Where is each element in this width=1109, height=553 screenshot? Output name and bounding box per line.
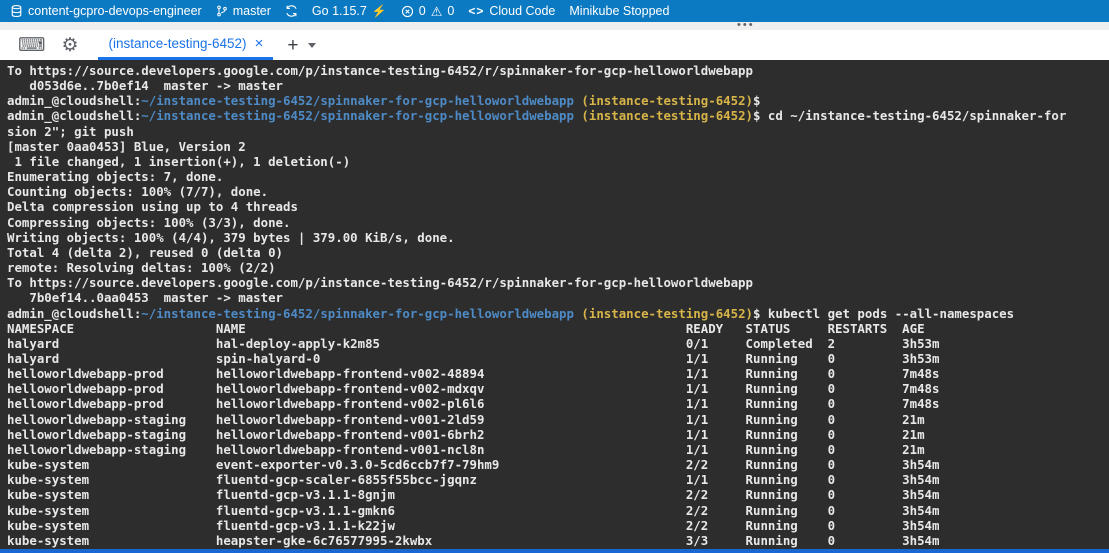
drag-handle-dots-icon[interactable]: ••• bbox=[737, 18, 755, 32]
terminal-line: helloworldwebapp-prod helloworldwebapp-f… bbox=[7, 381, 1109, 396]
warning-icon: ⚠ bbox=[431, 5, 443, 18]
error-count: 0 bbox=[419, 4, 426, 18]
terminal-line: helloworldwebapp-prod helloworldwebapp-f… bbox=[7, 396, 1109, 411]
status-bar: content-gcpro-devops-engineer master Go … bbox=[0, 0, 1109, 22]
terminal-line: d053d6e..7b0ef14 master -> master bbox=[7, 78, 1109, 93]
terminal-line: Delta compression using up to 4 threads bbox=[7, 199, 1109, 214]
go-version-label: Go 1.15.7 bbox=[312, 4, 367, 18]
close-icon[interactable]: × bbox=[255, 36, 264, 51]
terminal-line: halyard hal-deploy-apply-k2m85 0/1 Compl… bbox=[7, 336, 1109, 351]
terminal-line: NAMESPACE NAME READY STATUS RESTARTS AGE bbox=[7, 321, 1109, 336]
terminal-line: remote: Resolving deltas: 100% (2/2) bbox=[7, 260, 1109, 275]
terminal-output[interactable]: To https://source.developers.google.com/… bbox=[0, 60, 1109, 549]
go-version-indicator[interactable]: Go 1.15.7 ⚡ bbox=[312, 4, 387, 18]
error-icon bbox=[401, 5, 414, 18]
terminal-line: Compressing objects: 100% (3/3), done. bbox=[7, 215, 1109, 230]
terminal-line: helloworldwebapp-staging helloworldwebap… bbox=[7, 412, 1109, 427]
terminal-line: To https://source.developers.google.com/… bbox=[7, 275, 1109, 290]
git-branch-icon bbox=[216, 4, 228, 18]
lightning-icon: ⚡ bbox=[372, 5, 387, 17]
terminal-line: [master 0aa0453] Blue, Version 2 bbox=[7, 139, 1109, 154]
terminal-line: kube-system fluentd-gcp-v3.1.1-k22jw 2/2… bbox=[7, 518, 1109, 533]
sync-icon bbox=[285, 4, 298, 18]
terminal-line: admin_@cloudshell:~/instance-testing-645… bbox=[7, 93, 1109, 108]
settings-gear-icon[interactable]: ⚙ bbox=[61, 36, 78, 55]
database-icon bbox=[10, 4, 23, 18]
terminal-line: helloworldwebapp-prod helloworldwebapp-f… bbox=[7, 366, 1109, 381]
new-tab-button[interactable]: + bbox=[287, 36, 298, 55]
terminal-line: Enumerating objects: 7, done. bbox=[7, 169, 1109, 184]
terminal-tab-bar: ⌨ ⚙ (instance-testing-6452) × + bbox=[0, 30, 1109, 60]
terminal-line: kube-system event-exporter-v0.3.0-5cd6cc… bbox=[7, 457, 1109, 472]
git-branch-indicator[interactable]: master bbox=[216, 4, 271, 18]
sync-button[interactable] bbox=[285, 4, 298, 18]
terminal-line: 1 file changed, 1 insertion(+), 1 deleti… bbox=[7, 154, 1109, 169]
cloud-code-indicator[interactable]: <> Cloud Code bbox=[468, 4, 555, 18]
warning-count: 0 bbox=[447, 4, 454, 18]
terminal-line: kube-system fluentd-gcp-v3.1.1-8gnjm 2/2… bbox=[7, 487, 1109, 502]
terminal-tab-label: (instance-testing-6452) bbox=[108, 36, 246, 51]
terminal-line: helloworldwebapp-staging helloworldwebap… bbox=[7, 427, 1109, 442]
keyboard-icon[interactable]: ⌨ bbox=[18, 36, 45, 55]
terminal-line: To https://source.developers.google.com/… bbox=[7, 63, 1109, 78]
project-indicator[interactable]: content-gcpro-devops-engineer bbox=[10, 4, 202, 18]
terminal-line: helloworldwebapp-staging helloworldwebap… bbox=[7, 442, 1109, 457]
terminal-tab[interactable]: (instance-testing-6452) × bbox=[98, 30, 273, 60]
cloud-code-label: Cloud Code bbox=[489, 4, 555, 18]
terminal-line: 7b0ef14..0aa0453 master -> master bbox=[7, 290, 1109, 305]
terminal-line: kube-system fluentd-gcp-scaler-6855f55bc… bbox=[7, 472, 1109, 487]
terminal-line: Counting objects: 100% (7/7), done. bbox=[7, 184, 1109, 199]
code-brackets-icon: <> bbox=[468, 4, 484, 18]
terminal-line: Total 4 (delta 2), reused 0 (delta 0) bbox=[7, 245, 1109, 260]
branch-label: master bbox=[233, 4, 271, 18]
terminal-line: admin_@cloudshell:~/instance-testing-645… bbox=[7, 306, 1109, 321]
minikube-status[interactable]: Minikube Stopped bbox=[569, 4, 669, 18]
terminal-line: kube-system heapster-gke-6c76577995-2kwb… bbox=[7, 533, 1109, 548]
terminal-line: kube-system fluentd-gcp-v3.1.1-gmkn6 2/2… bbox=[7, 503, 1109, 518]
terminal-line: halyard spin-halyard-0 1/1 Running 0 3h5… bbox=[7, 351, 1109, 366]
chevron-down-icon[interactable] bbox=[308, 43, 316, 48]
terminal-line: sion 2"; git push bbox=[7, 124, 1109, 139]
terminal-line: Writing objects: 100% (4/4), 379 bytes |… bbox=[7, 230, 1109, 245]
terminal-line: admin_@cloudshell:~/instance-testing-645… bbox=[7, 108, 1109, 123]
problems-indicator[interactable]: 0 ⚠ 0 bbox=[401, 4, 455, 18]
minikube-label: Minikube Stopped bbox=[569, 4, 669, 18]
panel-resize-handle[interactable]: ••• bbox=[0, 22, 1109, 30]
project-label: content-gcpro-devops-engineer bbox=[28, 4, 202, 18]
